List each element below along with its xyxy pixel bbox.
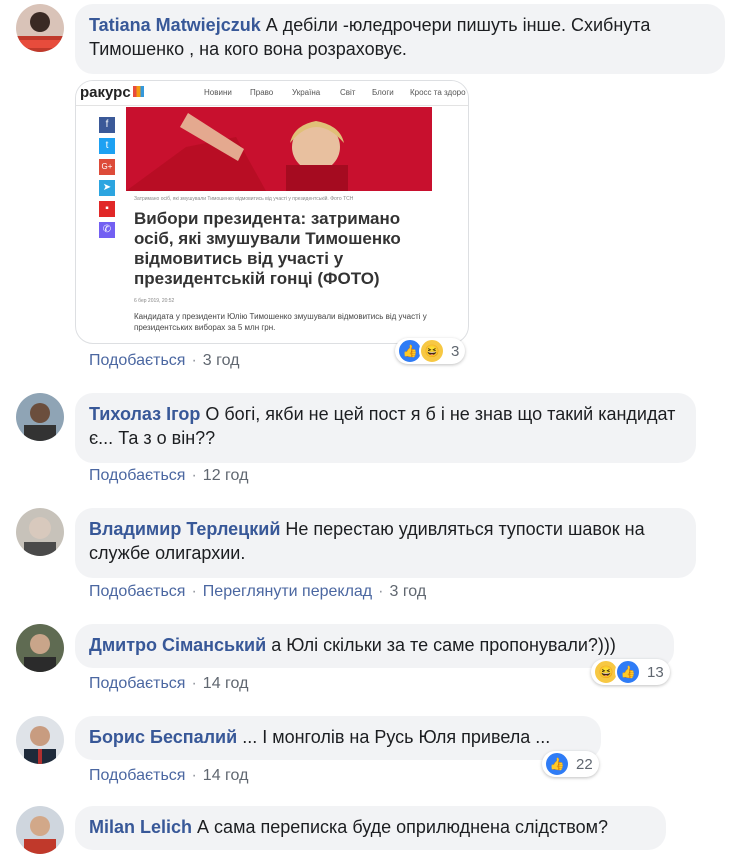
avatar[interactable] (16, 716, 64, 764)
nav-item: Світ (340, 88, 356, 97)
comment-author[interactable]: Тихолаз Ігор (89, 404, 200, 424)
separator-dot: · (191, 467, 197, 484)
separator-dot: · (378, 583, 384, 600)
separator-dot: · (191, 583, 197, 600)
separator-dot: · (191, 767, 197, 784)
comment-actions: Подобається · 12 год (89, 467, 248, 485)
avatar[interactable] (16, 393, 64, 441)
comment-bubble: Milan Lelich А сама переписка буде оприл… (75, 806, 666, 850)
site-logo: ракурс (80, 84, 144, 101)
comment-actions: Подобається · 14 год (89, 767, 248, 785)
reaction-summary[interactable]: 😆 👍 13 (591, 659, 670, 685)
comment-text: ... І монголів на Русь Юля привела ... (242, 727, 551, 747)
like-link[interactable]: Подобається (89, 467, 185, 484)
article-date: 6 бер 2019, 20:52 (134, 298, 175, 304)
nav-item: Право (250, 88, 274, 97)
article-headline[interactable]: Вибори президента: затримано осіб, які з… (134, 209, 434, 289)
like-link[interactable]: Подобається (89, 352, 185, 369)
timestamp[interactable]: 12 год (203, 467, 249, 484)
article-lead: Кандидата у президенти Юлію Тимошенко зм… (134, 312, 427, 332)
thumbs-up-icon: 👍 (544, 751, 570, 777)
reaction-summary[interactable]: 👍 😆 3 (395, 338, 466, 364)
timestamp[interactable]: 14 год (203, 675, 249, 692)
site-header: ракурс Новини Право Україна Світ Блоги К… (76, 81, 468, 106)
separator-dot: · (191, 675, 197, 692)
comment-bubble: Tatiana Matwiejczuk А дебіли -юледрочери… (75, 4, 725, 74)
timestamp[interactable]: 14 год (203, 767, 249, 784)
viber-share-icon: ✆ (99, 222, 115, 238)
laughing-face-icon: 😆 (419, 338, 445, 364)
comment-bubble: Дмитро Сіманський а Юлі скільки за те са… (75, 624, 674, 668)
thumbs-up-icon: 👍 (615, 659, 641, 685)
comment-author[interactable]: Дмитро Сіманський (89, 635, 266, 655)
twitter-share-icon: t (99, 138, 115, 154)
comment-text: А сама переписка буде оприлюднена слідст… (197, 817, 608, 837)
flipboard-share-icon: ▪ (99, 201, 115, 217)
avatar[interactable] (16, 508, 64, 556)
reaction-summary[interactable]: 👍 22 (542, 751, 599, 777)
nav-item: Україна (292, 88, 321, 97)
telegram-share-icon: ➤ (99, 180, 115, 196)
separator-dot: · (191, 352, 197, 369)
avatar[interactable] (16, 624, 64, 672)
comment-actions: Подобається · 14 год (89, 675, 248, 693)
comment-author[interactable]: Борис Беспалий (89, 727, 237, 747)
comment-actions: Подобається · Переглянути переклад · 3 год (89, 583, 426, 601)
nav-item: Новини (204, 88, 232, 97)
nav-item: Кросс та здоро (410, 88, 466, 97)
like-link[interactable]: Подобається (89, 675, 185, 692)
like-link[interactable]: Подобається (89, 583, 185, 600)
comment-author[interactable]: Tatiana Matwiejczuk (89, 15, 261, 35)
link-preview-card[interactable]: ракурс Новини Право Україна Світ Блоги К… (75, 80, 469, 344)
facebook-share-icon: f (99, 117, 115, 133)
see-translation-link[interactable]: Переглянути переклад (203, 583, 372, 600)
avatar[interactable] (16, 806, 64, 854)
reaction-count: 13 (647, 663, 664, 681)
timestamp[interactable]: 3 год (203, 352, 240, 369)
comment-actions: Подобається · 3 год (89, 352, 240, 370)
avatar[interactable] (16, 4, 64, 52)
timestamp[interactable]: 3 год (389, 583, 426, 600)
comment-text: а Юлі скільки за те саме пропонували?))) (271, 635, 616, 655)
google-plus-share-icon: G+ (99, 159, 115, 175)
comment-bubble: Тихолаз Ігор О богі, якби не цей пост я … (75, 393, 696, 463)
photo-caption: Затримано осіб, які змушували Тимошенко … (134, 196, 354, 202)
reaction-count: 3 (451, 342, 460, 360)
comment-bubble: Борис Беспалий ... І монголів на Русь Юл… (75, 716, 601, 760)
reaction-count: 22 (576, 755, 593, 773)
comment-bubble: Владимир Терлецкий Не перестаю удивлятьс… (75, 508, 696, 578)
like-link[interactable]: Подобається (89, 767, 185, 784)
nav-item: Блоги (372, 88, 394, 97)
comment-author[interactable]: Владимир Терлецкий (89, 519, 280, 539)
article-photo (126, 107, 432, 191)
comment-author[interactable]: Milan Lelich (89, 817, 192, 837)
